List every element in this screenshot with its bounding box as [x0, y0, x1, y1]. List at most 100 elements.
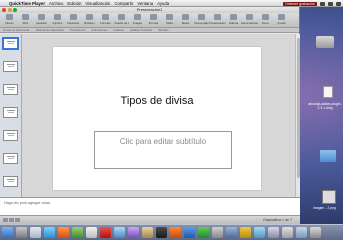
slide-thumbnail-pane: [0, 34, 22, 197]
work-area: Tipos de divisa Clic para editar subtítu…: [0, 34, 300, 197]
downloads-stack-icon[interactable]: [296, 227, 307, 238]
tool-cuadro-texto[interactable]: Cuadro de t: [114, 14, 129, 27]
desktop: QuickTime Player Archivo Edición Visuali…: [0, 0, 343, 240]
format-icon: [102, 14, 109, 20]
close-icon[interactable]: [2, 8, 6, 12]
tool-nueva-diapositiva[interactable]: Nueva diap: [194, 14, 209, 27]
tool-nuevo[interactable]: Nuevo: [2, 14, 17, 27]
ribbon-tab-smartart[interactable]: Gráficos SmartArt: [130, 28, 152, 32]
tool-imprimir[interactable]: Imprimir: [50, 14, 65, 27]
minimize-icon[interactable]: [7, 8, 12, 12]
slide-thumbnail[interactable]: [3, 84, 18, 95]
tool-medio[interactable]: Medio: [178, 14, 193, 27]
word-icon[interactable]: [184, 227, 195, 238]
tool-label: Zoom: [261, 21, 270, 25]
folder-icon[interactable]: [320, 150, 336, 162]
table-icon: [166, 14, 173, 20]
slide-thumbnail[interactable]: [2, 37, 19, 50]
thumbnail-line: [7, 181, 14, 182]
vertical-scrollbar[interactable]: [295, 34, 300, 197]
address-book-icon[interactable]: [86, 227, 97, 238]
tool-deshacer[interactable]: Deshacer: [66, 14, 81, 27]
scrollbar-thumb[interactable]: [297, 38, 300, 178]
notes-pane[interactable]: Haga clic para agregar notas: [0, 197, 300, 215]
ribbon-tab-graficos[interactable]: Gráficos: [114, 28, 124, 32]
finder-icon[interactable]: [2, 227, 13, 238]
print-icon: [54, 14, 61, 20]
slide-thumbnail[interactable]: [3, 153, 18, 164]
safari-icon[interactable]: [44, 227, 55, 238]
dashboard-icon[interactable]: [16, 227, 27, 238]
tool-ayuda[interactable]: Ayuda: [274, 14, 289, 27]
preview-icon[interactable]: [114, 227, 125, 238]
menu-archivo[interactable]: Archivo: [49, 1, 63, 6]
excel-icon[interactable]: [198, 227, 209, 238]
photo-booth-icon[interactable]: [268, 227, 279, 238]
thumbnail-line: [7, 66, 14, 67]
ribbon-tab-wordart[interactable]: WordArt: [158, 28, 168, 32]
tool-label: Imprimir: [52, 21, 63, 25]
tool-formato[interactable]: Formato: [98, 14, 113, 27]
powerpoint-icon[interactable]: [170, 227, 181, 238]
iphoto-icon[interactable]: [142, 227, 153, 238]
quicktime-icon[interactable]: [156, 227, 167, 238]
tool-abrir[interactable]: Abrir: [18, 14, 33, 27]
window-titlebar[interactable]: Presentación1: [0, 7, 299, 13]
ribbon-tab-animaciones[interactable]: Animaciones: [92, 28, 108, 32]
slide-title[interactable]: Tipos de divisa: [53, 95, 261, 107]
tool-rehacer[interactable]: Rehacer: [82, 14, 97, 27]
ribbon-tab-transiciones[interactable]: Transiciones: [70, 28, 86, 32]
slide-thumbnail[interactable]: [3, 61, 18, 72]
tool-guardar[interactable]: Guardar: [34, 14, 49, 27]
outline-view-icon[interactable]: [9, 218, 14, 222]
tool-herramientas[interactable]: Herramientas: [241, 14, 258, 27]
documents-stack-icon[interactable]: [282, 227, 293, 238]
ribbon-tab-disenos[interactable]: Diseños de diapositiva: [36, 28, 64, 32]
window-controls: [2, 8, 17, 12]
redo-icon: [86, 14, 93, 20]
volume-icon[interactable]: [328, 1, 333, 6]
menu-visualizacion[interactable]: Visualización: [85, 1, 110, 6]
trash-icon[interactable]: [310, 227, 321, 238]
help-icon: [278, 14, 285, 20]
tool-galeria[interactable]: Galería: [226, 14, 241, 27]
stop-recording-badge[interactable]: Detener grabación: [283, 1, 317, 6]
itunes-icon[interactable]: [128, 227, 139, 238]
app-store-icon[interactable]: [254, 227, 265, 238]
tool-formas[interactable]: Formas: [146, 14, 161, 27]
slide-thumbnail[interactable]: [3, 130, 18, 141]
tool-zoom[interactable]: Zoom: [258, 14, 273, 27]
ichat-icon[interactable]: [72, 227, 83, 238]
current-slide[interactable]: Tipos de divisa Clic para editar subtítu…: [53, 47, 261, 190]
wifi-icon[interactable]: [320, 1, 325, 6]
battery-icon[interactable]: [336, 1, 341, 6]
notes-app-icon[interactable]: [240, 227, 251, 238]
view-buttons: [3, 218, 20, 222]
tool-presentacion[interactable]: Presentación: [209, 14, 226, 27]
mail-icon[interactable]: [30, 227, 41, 238]
terminal-icon[interactable]: [226, 227, 237, 238]
system-preferences-icon[interactable]: [212, 227, 223, 238]
hard-drive-icon[interactable]: [316, 36, 334, 48]
ribbon-tab-temas[interactable]: Temas de documento: [3, 28, 30, 32]
menu-ayuda[interactable]: Ayuda: [157, 1, 169, 6]
slide-thumbnail[interactable]: [3, 176, 18, 187]
menu-app-name[interactable]: QuickTime Player: [9, 1, 45, 6]
disk-image-icon[interactable]: [323, 86, 333, 98]
subtitle-placeholder[interactable]: Clic para editar subtítulo: [94, 131, 232, 169]
normal-view-icon[interactable]: [3, 218, 8, 222]
tool-imagen[interactable]: Imagen: [130, 14, 145, 27]
zoom-icon: [262, 14, 269, 20]
menu-compartir[interactable]: Compartir: [114, 1, 133, 6]
dock: [0, 224, 343, 240]
thumbnail-line: [6, 64, 15, 65]
slide-sorter-icon[interactable]: [15, 218, 20, 222]
menu-ventana[interactable]: Ventana: [137, 1, 153, 6]
slide-thumbnail[interactable]: [3, 107, 18, 118]
calendar-icon[interactable]: [100, 227, 111, 238]
firefox-icon[interactable]: [58, 227, 69, 238]
image-file-icon[interactable]: [322, 190, 336, 204]
tool-tabla[interactable]: Tabla: [162, 14, 177, 27]
menu-edicion[interactable]: Edición: [67, 1, 81, 6]
zoom-icon[interactable]: [13, 8, 17, 12]
